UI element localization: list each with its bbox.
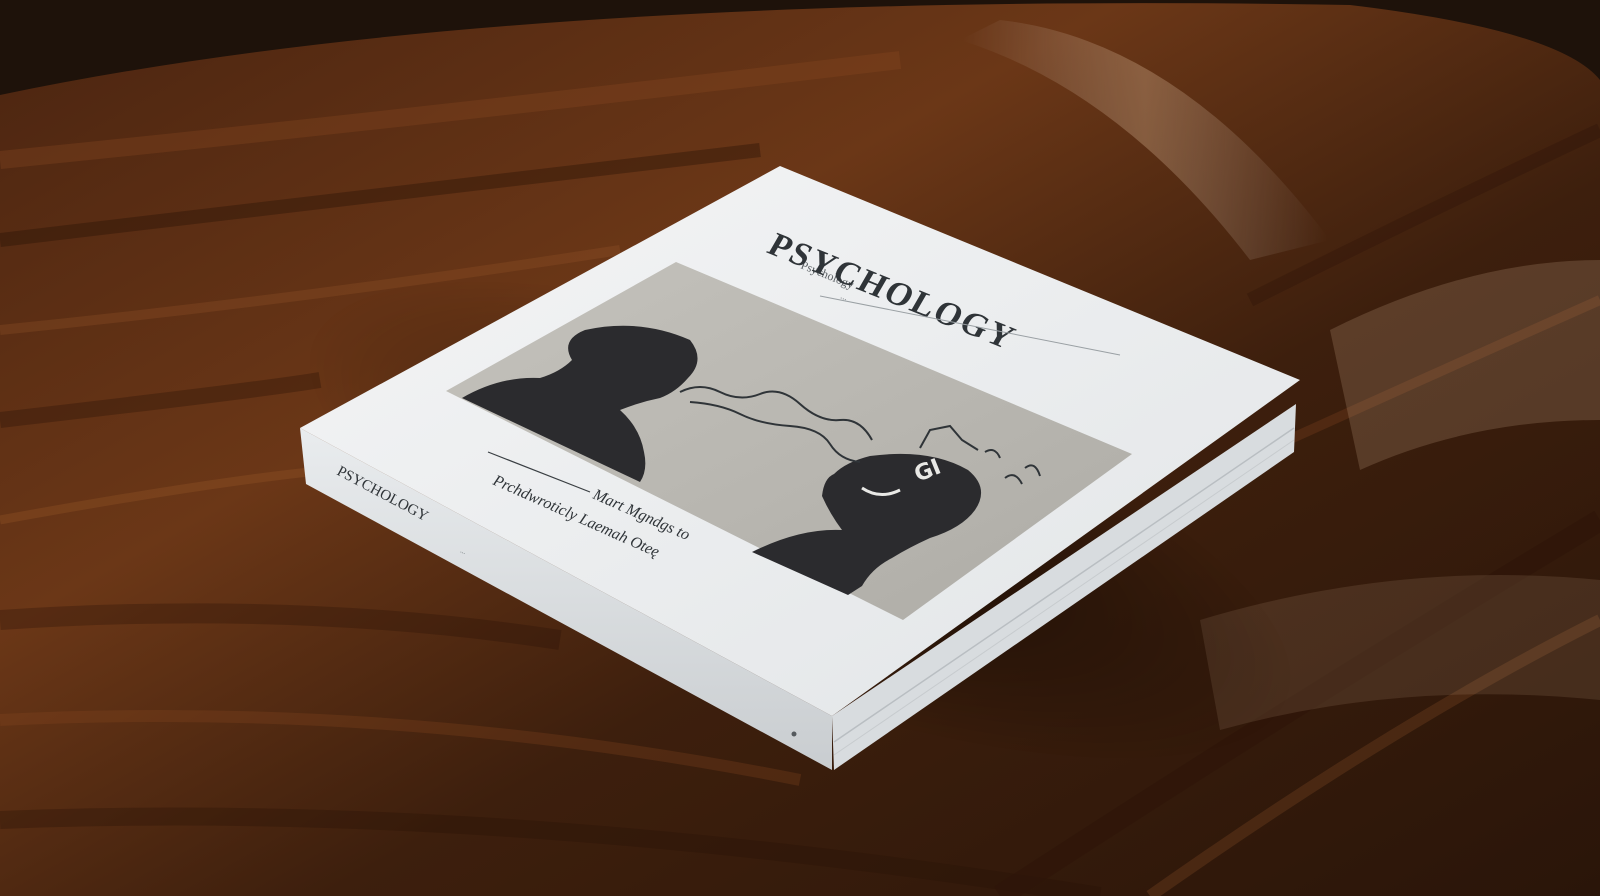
spine-mark <box>791 731 797 737</box>
photo-scene: GI Psychology PSYCHOLOGY ... Mart Mgndgs… <box>0 0 1600 896</box>
photo-canvas: GI Psychology PSYCHOLOGY ... Mart Mgndgs… <box>0 0 1600 896</box>
